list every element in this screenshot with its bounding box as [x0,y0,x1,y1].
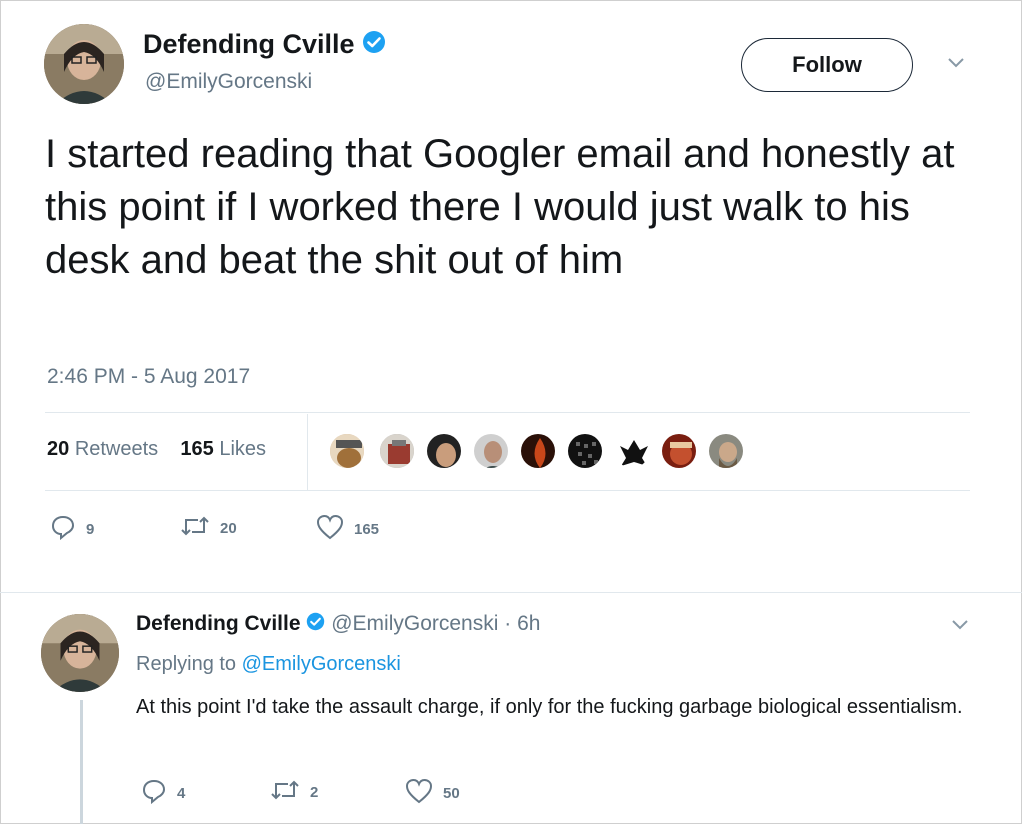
tweet-text: I started reading that Googler email and… [45,132,955,282]
caret-down-icon[interactable] [950,618,970,637]
divider [45,412,970,413]
verified-icon [362,30,386,61]
tweet-timestamp[interactable]: 2:46 PM - 5 Aug 2017 [47,365,250,389]
liker-avatar[interactable] [660,432,698,470]
replying-to: Replying to @EmilyGorcenski [136,653,401,675]
liker-avatar[interactable] [378,432,416,470]
divider [45,490,970,491]
like-action[interactable]: 50 [405,778,460,808]
retweet-icon [270,778,300,806]
author-handle[interactable]: @EmilyGorcenski [145,70,312,94]
author-avatar[interactable] [44,24,124,104]
reply-author-name[interactable]: Defending Cville [136,612,301,635]
retweets-stat[interactable]: 20 Retweets [47,438,158,460]
reply-header: Defending Cville @EmilyGorcenski · 6h [136,612,540,637]
reply-time[interactable]: · 6h [504,612,540,635]
thread-line [80,700,83,824]
liker-avatar[interactable] [566,432,604,470]
reply-author-avatar[interactable] [41,614,119,692]
reply-icon [50,514,76,544]
retweet-icon [180,514,210,542]
liker-avatar[interactable] [472,432,510,470]
stats-separator [307,414,308,490]
liker-avatar[interactable] [425,432,463,470]
tweet-stats: 20 Retweets 165 Likes [47,438,266,461]
heart-icon [316,514,344,544]
liker-avatar[interactable] [519,432,557,470]
reply-action[interactable]: 4 [141,778,185,808]
retweet-action[interactable]: 20 [180,514,237,542]
retweet-action[interactable]: 2 [270,778,318,806]
heart-icon [405,778,433,808]
verified-icon [306,612,325,637]
like-action[interactable]: 165 [316,514,379,544]
likes-stat[interactable]: 165 Likes [180,438,266,460]
reply-icon [141,778,167,808]
follow-button[interactable]: Follow [741,38,913,92]
replying-to-mention[interactable]: @EmilyGorcenski [242,653,401,675]
liker-avatar[interactable] [328,432,366,470]
reply-separator [0,592,1022,593]
caret-down-icon[interactable] [946,56,966,75]
author-name[interactable]: Defending Cville [143,29,386,61]
liker-avatar[interactable] [613,432,651,470]
reply-text: At this point I'd take the assault charg… [136,696,963,718]
reply-author-handle[interactable]: @EmilyGorcenski [331,612,498,635]
liker-avatar[interactable] [707,432,745,470]
reply-action[interactable]: 9 [50,514,94,544]
